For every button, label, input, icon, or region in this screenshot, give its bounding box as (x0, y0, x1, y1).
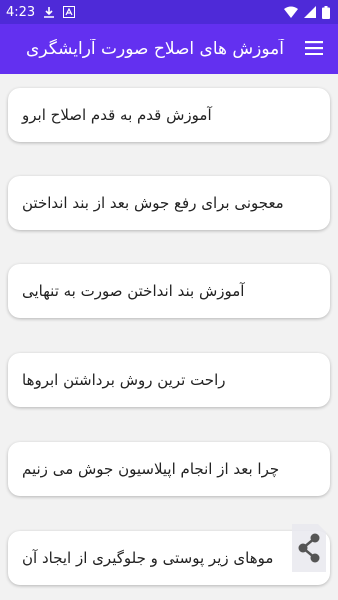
list-item-label: چرا بعد از انجام اپیلاسیون جوش می زنیم (22, 460, 280, 478)
list-item-label: موهای زیر پوستی و جلوگیری از ایجاد آن (22, 549, 274, 567)
status-time: 4:23 (6, 4, 36, 20)
menu-button[interactable] (290, 24, 338, 74)
battery-icon (322, 5, 330, 19)
signal-icon (304, 6, 316, 18)
list-item[interactable]: موهای زیر پوستی و جلوگیری از ایجاد آن (8, 531, 330, 585)
list-item[interactable]: معجونی برای رفع جوش بعد از بند انداختن (8, 176, 330, 230)
list-item-label: آموزش بند انداختن صورت به تنهایی (22, 282, 245, 300)
list-item[interactable]: چرا بعد از انجام اپیلاسیون جوش می زنیم (8, 442, 330, 496)
list-item[interactable]: راحت ترین روش برداشتن ابروها (8, 353, 330, 407)
list-item[interactable]: آموزش بند انداختن صورت به تنهایی (8, 264, 330, 318)
font-icon (63, 6, 76, 18)
download-icon (43, 6, 55, 19)
wifi-icon (284, 6, 298, 18)
list-item[interactable]: آموزش قدم به قدم اصلاح ابرو (8, 88, 330, 142)
list-item-label: معجونی برای رفع جوش بعد از بند انداختن (22, 194, 284, 212)
list-item-label: آموزش قدم به قدم اصلاح ابرو (22, 106, 212, 124)
list-item-label: راحت ترین روش برداشتن ابروها (22, 371, 226, 389)
app-title: آموزش های اصلاح صورت آرایشگری (26, 39, 284, 59)
app-bar: آموزش های اصلاح صورت آرایشگری (0, 24, 338, 74)
share-button[interactable] (288, 520, 330, 576)
share-icon (292, 524, 326, 572)
status-bar: 4:23 (0, 0, 338, 24)
menu-icon (305, 40, 323, 59)
